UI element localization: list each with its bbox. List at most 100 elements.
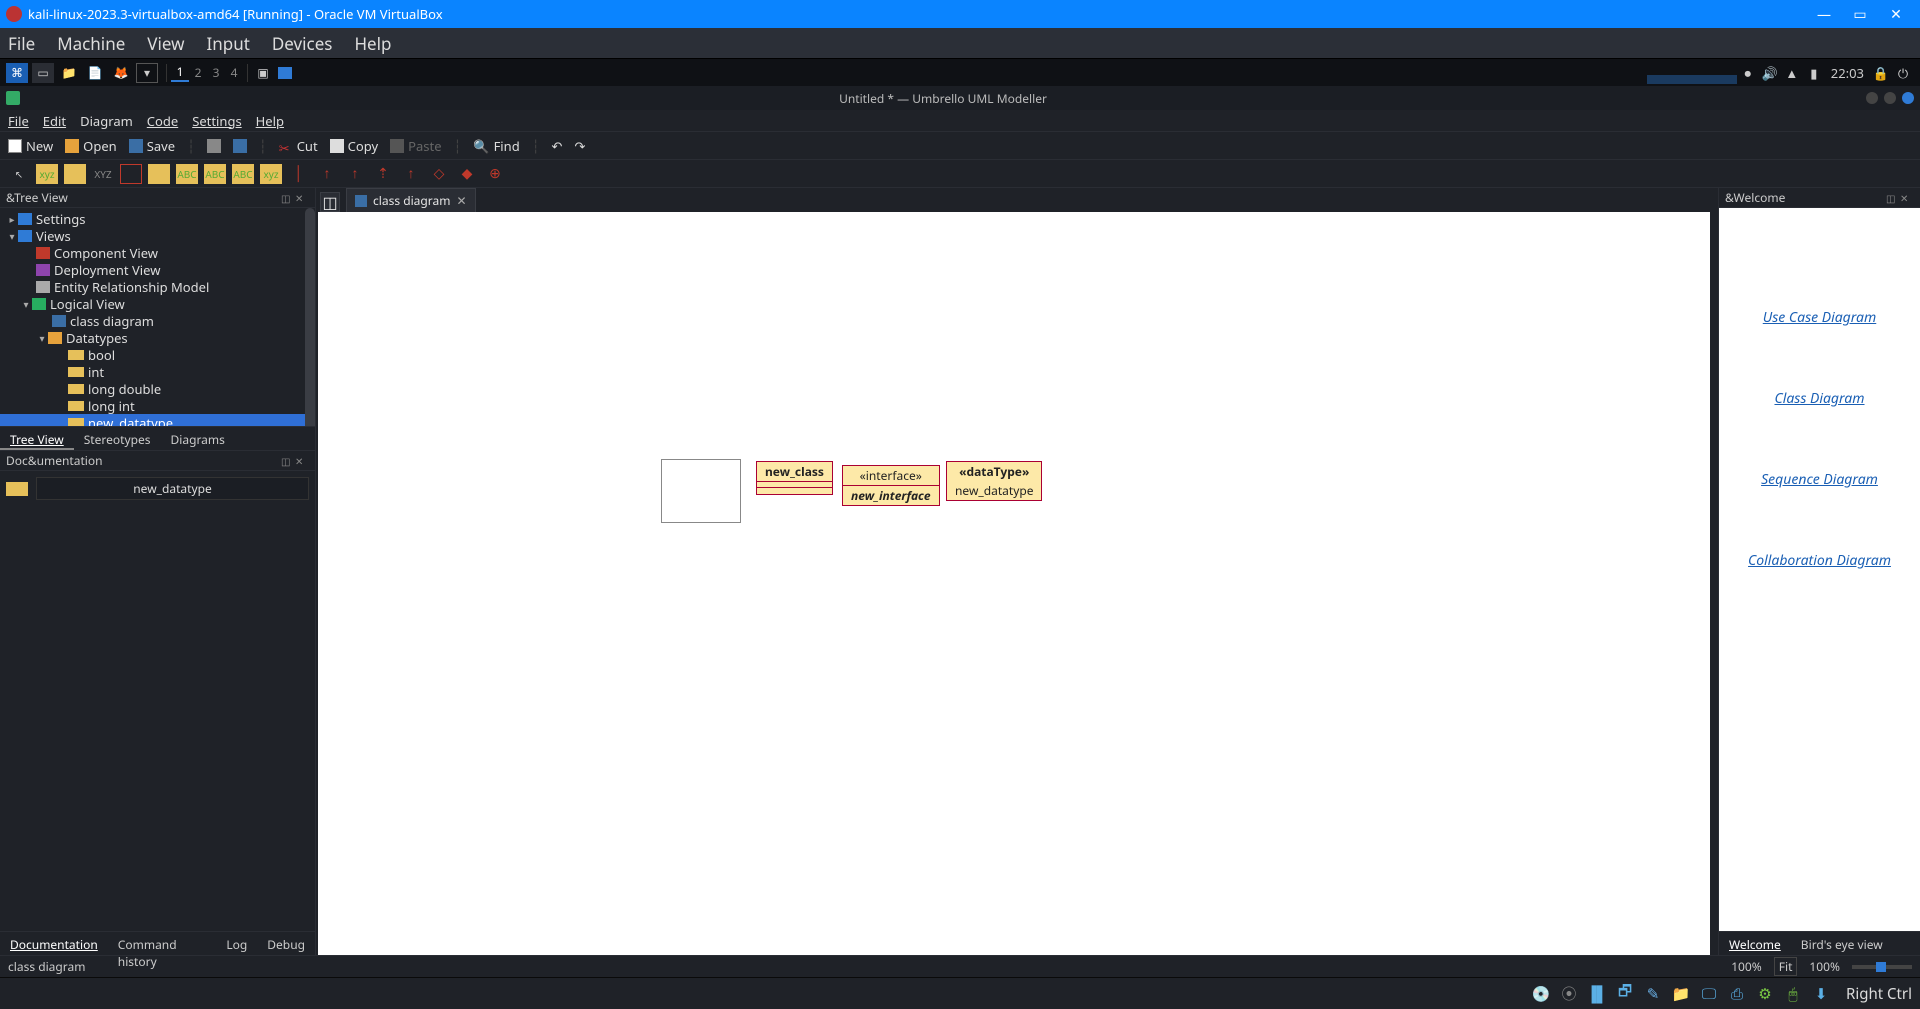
- terminal-icon[interactable]: ▾: [136, 63, 158, 83]
- tree-item-class-diagram[interactable]: class diagram: [0, 312, 315, 329]
- notifications-icon[interactable]: ▲: [1781, 64, 1803, 82]
- dock-float-icon[interactable]: ◫: [1886, 191, 1900, 205]
- menu-file[interactable]: File: [8, 112, 29, 130]
- close-tab-icon[interactable]: ✕: [456, 192, 466, 209]
- datatype-tool[interactable]: ABC: [176, 164, 198, 184]
- taskbar-app-icon[interactable]: [278, 67, 292, 79]
- dock-close-icon[interactable]: ✕: [295, 191, 309, 205]
- new-button[interactable]: New: [8, 137, 53, 155]
- menu-edit[interactable]: Edit: [43, 112, 66, 130]
- hard-disk-icon[interactable]: 💿: [1530, 984, 1552, 1004]
- tree-scrollbar[interactable]: [305, 208, 315, 426]
- composition-tool[interactable]: ◆: [456, 164, 478, 184]
- workspace-3[interactable]: 3: [207, 64, 225, 81]
- note-tool[interactable]: xyz: [36, 164, 58, 184]
- vbox-menu-machine[interactable]: Machine: [57, 32, 125, 55]
- uml-datatype[interactable]: «dataType» new_datatype: [946, 461, 1042, 501]
- recording-icon[interactable]: ⎙: [1726, 984, 1748, 1004]
- volume-icon[interactable]: 🔊: [1759, 64, 1781, 82]
- menu-settings[interactable]: Settings: [192, 112, 241, 130]
- display-icon[interactable]: 🖵: [1698, 984, 1720, 1004]
- dock-float-icon[interactable]: ◫: [281, 191, 295, 205]
- tree-item-bool[interactable]: bool: [0, 346, 315, 363]
- uml-interface[interactable]: «interface» new_interface: [842, 465, 940, 506]
- vbox-menu-view[interactable]: View: [147, 32, 184, 55]
- mouse-icon[interactable]: 🖱: [1782, 984, 1804, 1004]
- open-button[interactable]: Open: [65, 137, 117, 155]
- cpu-icon[interactable]: ⚙: [1754, 984, 1776, 1004]
- class-tool[interactable]: [120, 164, 142, 184]
- directed-assoc-tool[interactable]: ↑: [316, 164, 338, 184]
- box-tool[interactable]: [64, 164, 86, 184]
- lock-icon[interactable]: 🔒: [1870, 64, 1892, 82]
- zoom-slider[interactable]: [1852, 965, 1912, 969]
- window-maximize-icon[interactable]: [1884, 92, 1896, 104]
- tab-debug[interactable]: Debug: [257, 932, 315, 955]
- optical-disk-icon[interactable]: ⦿: [1558, 984, 1580, 1004]
- window-minimize-icon[interactable]: [1866, 92, 1878, 104]
- tab-command-history[interactable]: Command history: [108, 932, 217, 955]
- diagram-canvas[interactable]: new_class «interface» new_interface «dat…: [318, 212, 1710, 955]
- files-icon[interactable]: 📁: [58, 63, 80, 83]
- text-tool[interactable]: XYZ: [92, 164, 114, 184]
- copy-button[interactable]: Copy: [330, 137, 378, 155]
- link-sequence-diagram[interactable]: Sequence Diagram: [1761, 470, 1878, 489]
- dock-close-icon[interactable]: ✕: [1900, 191, 1914, 205]
- aggregation-tool[interactable]: ◇: [428, 164, 450, 184]
- kali-menu-icon[interactable]: ⌘: [6, 63, 28, 83]
- uml-box[interactable]: [661, 459, 741, 523]
- tree-item-component-view[interactable]: Component View: [0, 244, 315, 261]
- clock[interactable]: 22:03: [1825, 64, 1870, 82]
- dock-close-icon[interactable]: ✕: [295, 454, 309, 468]
- tree-item-int[interactable]: int: [0, 363, 315, 380]
- tree-item-entity-relationship[interactable]: Entity Relationship Model: [0, 278, 315, 295]
- tree-item-views[interactable]: ▾Views: [0, 227, 315, 244]
- tab-diagrams[interactable]: Diagrams: [160, 427, 234, 450]
- menu-diagram[interactable]: Diagram: [80, 112, 133, 130]
- tree-item-datatypes[interactable]: ▾Datatypes: [0, 329, 315, 346]
- dependency-tool[interactable]: ⇡: [372, 164, 394, 184]
- minimize-button[interactable]: —: [1806, 0, 1842, 28]
- maximize-button[interactable]: ▭: [1842, 0, 1878, 28]
- new-diagram-tab-button[interactable]: ◫: [320, 192, 340, 212]
- workspace-4[interactable]: 4: [225, 64, 243, 81]
- workspace-2[interactable]: 2: [189, 64, 207, 81]
- firefox-icon[interactable]: 🦊: [110, 63, 132, 83]
- tree-view[interactable]: ▸Settings ▾Views Component View Deployme…: [0, 208, 315, 426]
- tree-item-long-double[interactable]: long double: [0, 380, 315, 397]
- tree-item-settings[interactable]: ▸Settings: [0, 210, 315, 227]
- uml-class[interactable]: new_class: [756, 461, 833, 495]
- tree-item-new-datatype[interactable]: new_datatype: [0, 414, 315, 426]
- print-preview-button[interactable]: [233, 139, 247, 153]
- redo-button[interactable]: ↷: [574, 137, 585, 155]
- cut-button[interactable]: ✂Cut: [279, 137, 318, 155]
- usb-icon[interactable]: ✎: [1642, 984, 1664, 1004]
- network-icon[interactable]: 🗗: [1614, 984, 1636, 1004]
- link-use-case-diagram[interactable]: Use Case Diagram: [1763, 308, 1877, 327]
- battery-icon[interactable]: ▮: [1803, 64, 1825, 82]
- link-collaboration-diagram[interactable]: Collaboration Diagram: [1748, 551, 1891, 570]
- print-button[interactable]: [207, 139, 221, 153]
- tab-birds-eye[interactable]: Bird's eye view: [1791, 932, 1893, 955]
- package-tool[interactable]: ABC: [232, 164, 254, 184]
- generalization-tool[interactable]: ↑: [344, 164, 366, 184]
- menu-code[interactable]: Code: [147, 112, 178, 130]
- audio-icon[interactable]: ▐▌: [1586, 984, 1608, 1004]
- cpu-graph[interactable]: [1647, 62, 1737, 84]
- link-class-diagram[interactable]: Class Diagram: [1774, 389, 1864, 408]
- tab-documentation[interactable]: Documentation: [0, 932, 108, 955]
- tree-item-deployment-view[interactable]: Deployment View: [0, 261, 315, 278]
- zoom-fit-button[interactable]: Fit: [1774, 957, 1798, 976]
- workspace-1[interactable]: 1: [171, 63, 189, 82]
- find-button[interactable]: 🔍Find: [473, 137, 519, 155]
- close-button[interactable]: ✕: [1878, 0, 1914, 28]
- window-close-icon[interactable]: [1902, 92, 1914, 104]
- association-tool[interactable]: │: [288, 164, 310, 184]
- keyboard-icon[interactable]: ⬇: [1810, 984, 1832, 1004]
- save-button[interactable]: Save: [129, 137, 175, 155]
- containment-tool[interactable]: ⊕: [484, 164, 506, 184]
- tree-item-logical-view[interactable]: ▾Logical View: [0, 295, 315, 312]
- recorder-icon[interactable]: ⏺: [1737, 64, 1759, 82]
- power-icon[interactable]: ⏻: [1892, 64, 1914, 82]
- diagram-tab[interactable]: class diagram ✕: [346, 188, 476, 212]
